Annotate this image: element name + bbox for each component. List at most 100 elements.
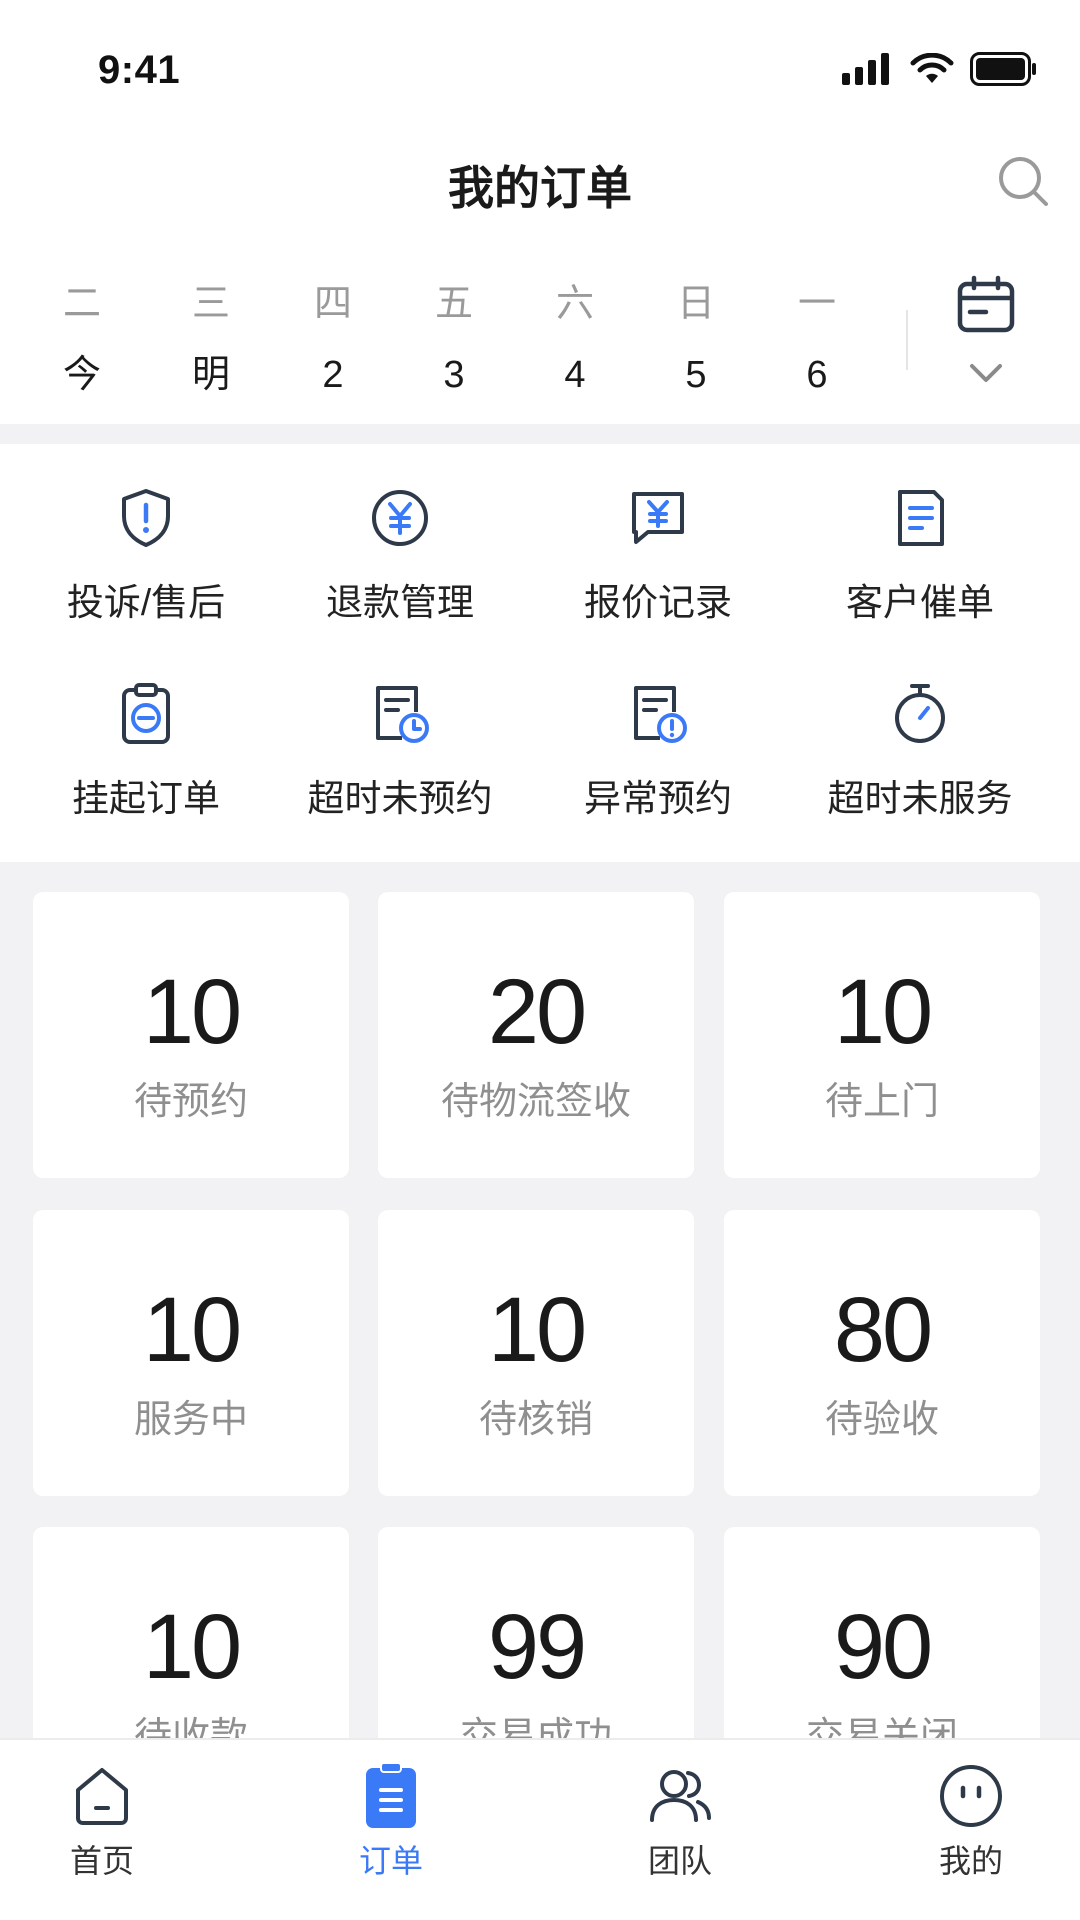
quick-entry-overdue-booking[interactable]: 超时未预约 (270, 682, 530, 842)
stat-label: 待预约 (133, 1081, 248, 1123)
clipboard-minus-icon (122, 683, 170, 744)
page-title: 我的订单 (448, 162, 632, 214)
date-item[interactable]: 一 6 (777, 276, 857, 400)
stat-label: 待收款 (133, 1716, 248, 1738)
tab-orders[interactable]: 订单 (311, 1760, 471, 1882)
header: 我的订单 (0, 132, 1080, 242)
section-divider (0, 424, 1080, 444)
tab-team[interactable]: 团队 (600, 1760, 760, 1882)
stat-label: 交易关闭 (805, 1716, 958, 1738)
date-strip: 二 今 三 明 四 2 五 3 六 4 日 5 一 6 (0, 262, 1080, 422)
weekday-label: 六 (555, 283, 594, 325)
tab-label: 我的 (938, 1843, 1003, 1879)
quick-entry-label: 异常预约 (584, 778, 732, 819)
weekday-label: 日 (676, 283, 715, 325)
search-icon[interactable] (996, 154, 1052, 210)
stat-value: 80 (833, 1279, 933, 1381)
order-stats-grid: 10 待预约 20 待物流签收 10 待上门 10 服务中 10 待核销 80 … (0, 862, 1080, 1738)
wifi-icon (910, 53, 954, 83)
weekday-label: 五 (434, 283, 473, 325)
stat-value: 90 (833, 1596, 933, 1698)
day-label: 2 (322, 354, 344, 396)
document-icon (898, 490, 944, 546)
stat-label: 待上门 (824, 1081, 939, 1123)
quick-entry-quote-records[interactable]: 报价记录 (528, 486, 788, 646)
stat-label: 待验收 (824, 1399, 939, 1441)
quick-entry-label: 退款管理 (326, 582, 474, 623)
day-label: 4 (564, 354, 586, 396)
divider (906, 310, 908, 370)
doc-alert-icon (634, 686, 687, 743)
quick-entry-complaint[interactable]: 投诉/售后 (16, 486, 276, 646)
date-item[interactable]: 日 5 (656, 276, 736, 400)
tab-home[interactable]: 首页 (22, 1760, 182, 1882)
status-bar: 9:41 (0, 0, 1080, 132)
stat-label: 交易成功 (459, 1716, 612, 1738)
weekday-label: 二 (62, 283, 101, 325)
stopwatch-icon (895, 684, 945, 743)
status-icons (842, 52, 1038, 86)
cellular-signal-icon (842, 53, 889, 85)
weekday-label: 三 (191, 283, 230, 325)
day-label: 5 (685, 354, 707, 396)
stat-card[interactable]: 99 交易成功 (378, 1527, 694, 1738)
quick-entry-grid: 投诉/售后 退款管理 报价记录 客户催单 挂起订单 超时未预约 异常预约 超时未… (0, 444, 1080, 862)
date-item[interactable]: 六 4 (535, 276, 615, 400)
stat-label: 服务中 (133, 1399, 248, 1441)
stat-card[interactable]: 10 服务中 (33, 1210, 349, 1496)
status-time: 9:41 (98, 48, 181, 92)
calendar-icon (957, 275, 1015, 333)
team-icon (650, 1770, 711, 1822)
tab-mine[interactable]: 我的 (891, 1760, 1051, 1882)
quick-entry-label: 投诉/售后 (66, 582, 226, 623)
shield-alert-icon (122, 489, 170, 547)
stat-card[interactable]: 10 待上门 (724, 892, 1040, 1178)
stat-card[interactable]: 20 待物流签收 (378, 892, 694, 1178)
date-item[interactable]: 四 2 (293, 276, 373, 400)
chevron-down-icon (970, 364, 1002, 382)
quick-entry-abnormal-booking[interactable]: 异常预约 (528, 682, 788, 842)
stat-card[interactable]: 10 待预约 (33, 892, 349, 1178)
order-icon (366, 1762, 416, 1828)
quick-entry-urge-order[interactable]: 客户催单 (790, 486, 1050, 646)
home-icon (76, 1768, 128, 1825)
yen-circle-icon (372, 490, 428, 546)
quick-entry-label: 超时未预约 (307, 778, 493, 819)
stat-card[interactable]: 10 待收款 (33, 1527, 349, 1738)
stat-value: 10 (142, 961, 242, 1063)
day-label: 今 (62, 354, 101, 396)
bottom-tab-bar: 首页 订单 团队 我的 (0, 1738, 1080, 1920)
day-label: 明 (191, 354, 230, 396)
stat-card[interactable]: 10 待核销 (378, 1210, 694, 1496)
doc-clock-icon (376, 686, 429, 743)
stat-label: 待物流签收 (440, 1081, 631, 1123)
quick-entry-overdue-service[interactable]: 超时未服务 (790, 682, 1050, 842)
quick-entry-suspended[interactable]: 挂起订单 (16, 682, 276, 842)
date-item[interactable]: 三 明 (171, 276, 251, 400)
stat-card[interactable]: 80 待验收 (724, 1210, 1040, 1496)
stat-value: 20 (487, 961, 587, 1063)
stat-value: 10 (142, 1279, 242, 1381)
stat-card[interactable]: 90 交易关闭 (724, 1527, 1040, 1738)
stat-value: 99 (487, 1596, 587, 1698)
day-label: 3 (443, 354, 465, 396)
quick-entry-label: 超时未服务 (827, 778, 1013, 819)
stat-value: 10 (833, 961, 933, 1063)
quick-entry-label: 报价记录 (584, 582, 732, 623)
quick-entry-refund[interactable]: 退款管理 (270, 486, 530, 646)
quick-entry-label: 挂起订单 (72, 778, 220, 819)
date-item[interactable]: 二 今 (42, 276, 122, 400)
profile-icon (940, 1765, 1002, 1827)
quick-entry-label: 客户催单 (846, 582, 994, 623)
battery-icon (970, 52, 1036, 86)
calendar-button[interactable] (950, 274, 1022, 404)
stat-label: 待核销 (478, 1399, 593, 1441)
stat-value: 10 (487, 1279, 587, 1381)
tab-label: 订单 (358, 1843, 423, 1879)
date-item[interactable]: 五 3 (414, 276, 494, 400)
stat-value: 10 (142, 1596, 242, 1698)
yen-chat-icon (632, 492, 684, 544)
tab-label: 团队 (647, 1843, 712, 1879)
tab-label: 首页 (69, 1843, 134, 1879)
weekday-label: 一 (797, 283, 836, 325)
